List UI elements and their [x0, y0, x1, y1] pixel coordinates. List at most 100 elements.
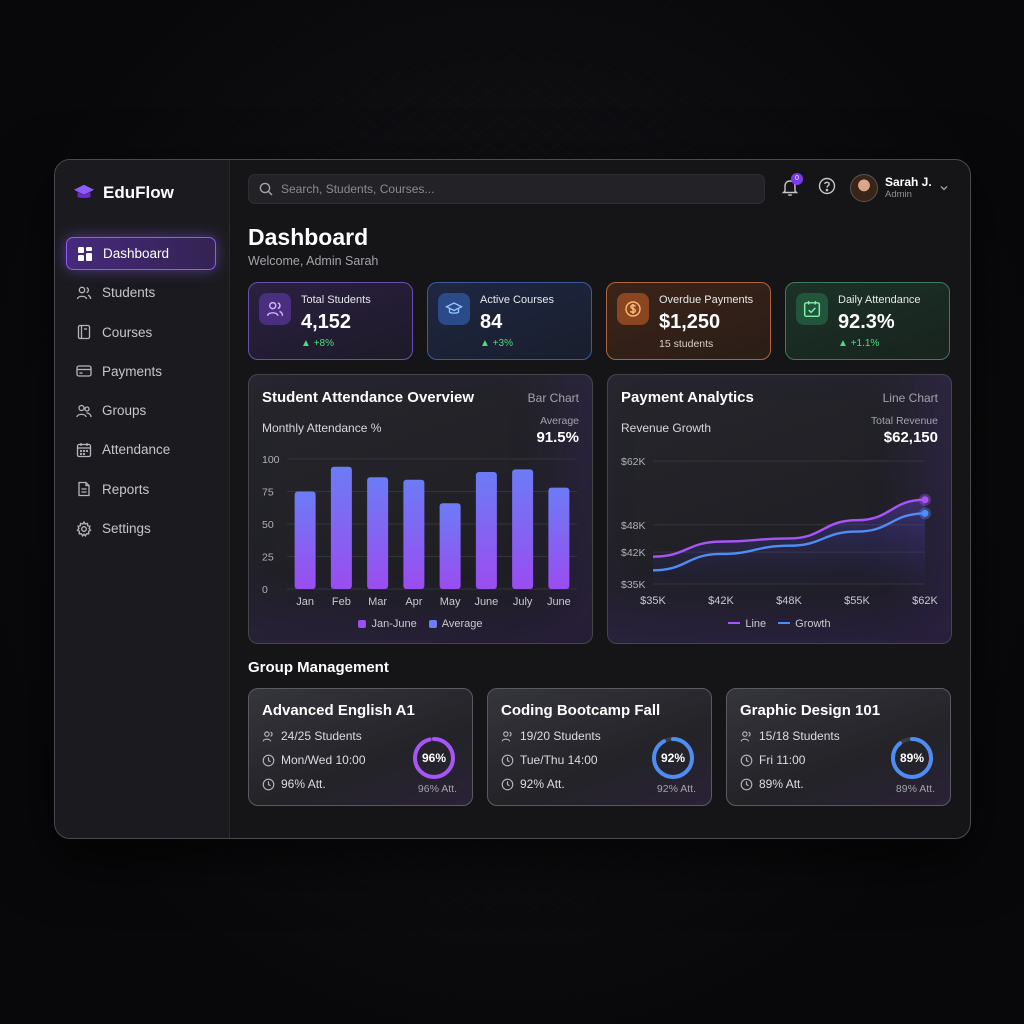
stat-card-active-courses[interactable]: Active Courses 84 ▲ +3%	[427, 282, 592, 360]
data-point[interactable]	[921, 496, 929, 504]
search-bar[interactable]	[248, 174, 765, 204]
group-card[interactable]: Coding Bootcamp Fall 19/20 Students Tue/…	[487, 688, 712, 806]
x-tick-label: Feb	[332, 596, 351, 608]
stat-card-total-students[interactable]: Total Students 4,152 ▲ +8%	[248, 282, 413, 360]
sidebar-item-students[interactable]: Students	[66, 276, 216, 309]
data-point[interactable]	[921, 509, 929, 517]
group-schedule-text: Tue/Thu 14:00	[520, 753, 598, 767]
x-tick-label: $42K	[708, 595, 734, 607]
chevron-down-icon	[940, 186, 948, 191]
users-icon	[262, 730, 273, 742]
ring-value: 92%	[660, 751, 686, 765]
group-students: 15/18 Students	[740, 729, 840, 743]
search-input[interactable]	[281, 182, 721, 196]
x-tick-label: $35K	[640, 595, 666, 607]
sidebar-item-label: Payments	[102, 363, 163, 379]
user-role: Admin	[885, 189, 912, 200]
app-window: EduFlow Dashboard Students Courses Payme…	[54, 159, 971, 839]
calendar-check-icon	[796, 293, 828, 325]
bar[interactable]	[548, 487, 570, 589]
stat-delta-value: +1.1%	[850, 338, 880, 349]
y-tick-label: 25	[262, 552, 274, 564]
group-students-text: 15/18 Students	[759, 729, 840, 743]
x-tick-label: $62K	[912, 595, 938, 607]
bar[interactable]	[294, 491, 316, 590]
group-schedule: Fri 11:00	[740, 753, 805, 767]
graduation-cap-logo-icon	[73, 184, 95, 199]
group-title: Coding Bootcamp Fall	[501, 702, 661, 719]
sidebar-item-attendance[interactable]: Attendance	[66, 433, 216, 466]
sidebar-item-reports[interactable]: Reports	[66, 473, 216, 506]
page-subtitle: Welcome, Admin Sarah	[248, 254, 379, 268]
notification-badge: 0	[791, 173, 803, 185]
sidebar-nav: Dashboard Students Courses Payments Grou…	[66, 237, 216, 551]
x-tick-label: Apr	[405, 596, 422, 608]
group-schedule-text: Mon/Wed 10:00	[281, 753, 366, 767]
main-content: 0 Sarah J. Admin Dashboard Welcome, Admi…	[248, 160, 970, 838]
help-icon	[818, 177, 836, 194]
sidebar-item-payments[interactable]: Payments	[66, 355, 216, 388]
x-tick-label: Mar	[368, 596, 387, 608]
legend-label: Average	[441, 618, 483, 630]
stat-label: Active Courses	[480, 294, 554, 306]
help-button[interactable]	[818, 177, 836, 200]
bar[interactable]	[367, 477, 389, 589]
sidebar-item-groups[interactable]: Groups	[66, 394, 216, 427]
ring-caption: 96% Att.	[417, 783, 457, 795]
sidebar-item-dashboard[interactable]: Dashboard	[66, 237, 216, 270]
section-title: Group Management	[248, 659, 389, 676]
user-info: Sarah J. Admin	[885, 175, 932, 201]
stat-delta: ▲ +3%	[480, 338, 513, 349]
stat-value: 92.3%	[838, 311, 895, 333]
x-tick-label: May	[440, 596, 461, 608]
dashboard-icon	[78, 246, 92, 261]
sidebar-item-settings[interactable]: Settings	[66, 512, 216, 545]
users-icon	[76, 286, 92, 299]
group-card[interactable]: Advanced English A1 24/25 Students Mon/W…	[248, 688, 473, 806]
legend-label: Jan-June	[371, 618, 417, 630]
group-attendance-text: 89% Att.	[759, 777, 804, 791]
bar[interactable]	[439, 503, 461, 589]
brand-name: EduFlow	[103, 183, 174, 202]
legend-item: Jan-June	[358, 618, 417, 630]
ring-value: 89%	[899, 751, 925, 765]
y-tick-label: $35K	[621, 579, 646, 591]
attendance-bar-chart: 0 25 50 75 100 Jan Feb Mar Apr May June July June	[262, 454, 577, 608]
users-icon	[259, 293, 291, 325]
search-icon	[259, 182, 273, 196]
y-tick-label: 50	[262, 519, 274, 531]
clock-icon	[501, 778, 514, 790]
group-card[interactable]: Graphic Design 101 15/18 Students Fri 11…	[726, 688, 951, 806]
bar[interactable]	[512, 469, 534, 589]
card-icon	[76, 365, 92, 378]
sidebar: EduFlow Dashboard Students Courses Payme…	[55, 160, 230, 838]
top-bar-actions: 0 Sarah J. Admin	[780, 173, 949, 202]
group-schedule: Mon/Wed 10:00	[262, 753, 366, 767]
avatar	[850, 174, 878, 202]
group-students: 19/20 Students	[501, 729, 601, 743]
sidebar-item-courses[interactable]: Courses	[66, 316, 216, 349]
user-menu[interactable]: Sarah J. Admin	[850, 174, 949, 202]
stat-card-daily-attendance[interactable]: Daily Attendance 92.3% ▲ +1.1%	[785, 282, 950, 360]
chart-legend: Line Growth	[608, 618, 951, 630]
chart-legend: Jan-June Average	[249, 618, 592, 630]
users-icon	[740, 730, 751, 742]
y-tick-label: 100	[262, 454, 280, 466]
bar[interactable]	[403, 479, 425, 589]
brand[interactable]: EduFlow	[73, 182, 174, 204]
area-fill	[653, 499, 925, 584]
legend-item: Growth	[778, 618, 831, 630]
users-icon	[501, 730, 512, 742]
notification-button[interactable]: 0	[780, 173, 803, 199]
x-tick-label: July	[513, 596, 533, 608]
y-tick-label: $42K	[621, 547, 646, 559]
stat-delta: ▲ +8%	[301, 338, 334, 349]
stat-card-overdue-payments[interactable]: Overdue Payments $1,250 15 students	[606, 282, 771, 360]
sidebar-item-label: Groups	[102, 403, 147, 419]
bar[interactable]	[330, 466, 352, 589]
sidebar-item-label: Students	[102, 285, 156, 301]
x-tick-label: June	[474, 596, 498, 608]
group-schedule-text: Fri 11:00	[759, 753, 806, 767]
sidebar-item-label: Attendance	[102, 442, 171, 458]
bar[interactable]	[475, 472, 497, 589]
